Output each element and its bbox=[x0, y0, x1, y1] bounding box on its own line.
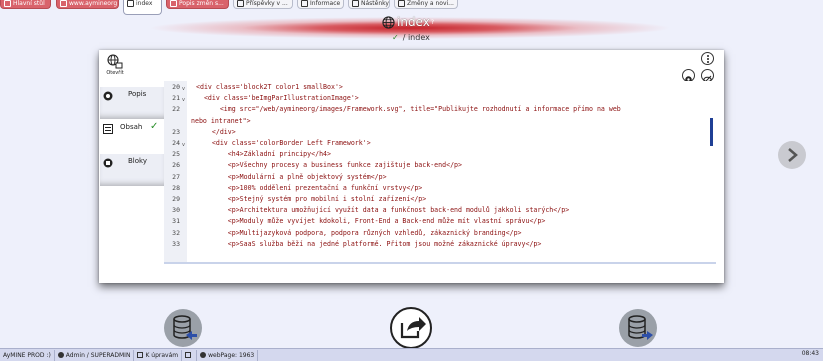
code-line[interactable]: nebo intranet"> bbox=[191, 117, 251, 125]
code-line[interactable]: <p>Stejný systém pro mobilní i stolní za… bbox=[196, 195, 427, 203]
status-app[interactable]: AyMINE PROD :) bbox=[0, 349, 55, 361]
share-button[interactable] bbox=[390, 307, 432, 349]
tab-nastenky[interactable]: Nástěnky bbox=[348, 0, 390, 9]
code-editor[interactable]: 20 v <div class='block2T color1 smallBox'>… bbox=[164, 81, 716, 264]
status-clock: 08:43 bbox=[801, 350, 819, 357]
tab-zmeny-a-novinky[interactable]: Změny a novi... bbox=[394, 0, 458, 9]
tab-popis-zmen[interactable]: Popis změn s... bbox=[166, 0, 229, 9]
code-line[interactable]: <p>Architektura umožňující využít data a… bbox=[196, 206, 569, 214]
tab-prispevky[interactable]: Příspěvky v ... bbox=[233, 0, 293, 9]
breadcrumb: ✓ / index bbox=[392, 33, 430, 42]
code-line[interactable]: <p>SaaS služba běží na jedné platformě. … bbox=[196, 240, 542, 248]
fold-toggle-icon[interactable]: v bbox=[182, 142, 185, 148]
page-icon bbox=[127, 0, 134, 7]
tab-index[interactable]: index bbox=[123, 0, 162, 15]
code-line[interactable]: <p>100% oddělení prezentační a funkční v… bbox=[196, 184, 423, 192]
line-number: 23 bbox=[172, 127, 180, 136]
code-line[interactable]: <p>Modulární a plně objektový systém</p> bbox=[196, 173, 387, 181]
breadcrumb-path[interactable]: / index bbox=[403, 33, 430, 42]
posts-icon bbox=[237, 0, 244, 7]
line-number: 33 bbox=[172, 239, 180, 248]
code-line[interactable]: <img src="/web/aymineorg/images/Framewor… bbox=[196, 105, 621, 113]
status-lock[interactable] bbox=[182, 349, 198, 361]
code-line[interactable]: <h4>Základní principy</h4> bbox=[196, 150, 331, 158]
code-line[interactable]: <div class='beImgParIllustrationImage'> bbox=[196, 94, 359, 102]
tab-informace[interactable]: Informace bbox=[297, 0, 344, 9]
code-line[interactable]: <div class='colorBorder Left Framework'> bbox=[196, 139, 371, 147]
lock-icon bbox=[185, 352, 192, 358]
code-line[interactable]: <p>Multijazyková podpora, podpora různýc… bbox=[196, 229, 522, 237]
check-icon: ✓ bbox=[392, 33, 399, 42]
line-number: 32 bbox=[172, 228, 180, 237]
obsah-icon bbox=[103, 124, 113, 134]
desk-icon bbox=[4, 0, 11, 7]
editor-scrollbar[interactable] bbox=[710, 118, 713, 146]
line-number: 21 bbox=[172, 94, 180, 103]
info-icon bbox=[301, 0, 308, 7]
status-user[interactable]: Admin / SUPERADMIN bbox=[55, 349, 135, 361]
fold-toggle-icon[interactable]: v bbox=[182, 86, 185, 92]
database-icon bbox=[628, 315, 653, 340]
page-title: index bbox=[397, 15, 430, 29]
tab-strip: Hlavní stůl www.aymineorg index Popis zm… bbox=[0, 0, 823, 15]
open-label: Otevřít bbox=[106, 70, 124, 76]
code-line[interactable]: <p>Moduly může vyvíjet kdokoli, Front-En… bbox=[196, 217, 546, 225]
nav-obsah[interactable]: Obsah ✓ bbox=[100, 120, 164, 152]
line-number: 29 bbox=[172, 195, 180, 203]
code-line[interactable]: <p>Všechny procesy a business funkce zaj… bbox=[196, 161, 462, 169]
status-webpage[interactable]: webPage: 1963 bbox=[197, 349, 259, 361]
line-number: 26 bbox=[172, 161, 180, 170]
database-export-button[interactable] bbox=[619, 309, 657, 347]
line-number: 30 bbox=[172, 206, 180, 215]
status-bar: AyMINE PROD :) Admin / SUPERADMIN K úpra… bbox=[0, 348, 823, 361]
line-number: 27 bbox=[172, 172, 180, 181]
code-line[interactable]: <div class='block2T color1 smallBox'> bbox=[196, 83, 343, 91]
tab-hlavni-stul[interactable]: Hlavní stůl bbox=[0, 0, 51, 9]
line-number: 20 bbox=[172, 83, 180, 91]
more-options-icon[interactable] bbox=[701, 52, 714, 65]
line-number: 22 bbox=[172, 105, 180, 114]
content-card: Otevřít Popis Obsah ✓ Bloky 20 v <div clas… bbox=[99, 50, 724, 283]
next-arrow-button[interactable] bbox=[778, 141, 806, 169]
share-icon bbox=[400, 317, 426, 339]
line-number: 28 bbox=[172, 183, 180, 192]
check-icon: ✓ bbox=[150, 121, 159, 132]
bloky-icon bbox=[103, 158, 113, 168]
database-import-button[interactable] bbox=[164, 309, 202, 347]
help-icon[interactable]: ? bbox=[431, 19, 434, 26]
fold-toggle-icon[interactable]: v bbox=[182, 97, 185, 103]
nav-bloky[interactable]: Bloky bbox=[100, 154, 164, 186]
status-edit[interactable]: K úpravám bbox=[134, 349, 183, 361]
doc-icon bbox=[170, 0, 177, 7]
page-header: index? bbox=[382, 13, 434, 31]
chevron-right-icon bbox=[788, 148, 798, 162]
user-icon bbox=[57, 352, 64, 358]
open-globe-icon bbox=[107, 54, 123, 69]
database-icon bbox=[173, 315, 197, 340]
open-button[interactable]: Otevřít bbox=[104, 54, 126, 80]
board-icon bbox=[352, 0, 359, 7]
code-line[interactable]: </div> bbox=[196, 128, 236, 136]
globe-icon bbox=[382, 15, 395, 29]
news-icon bbox=[398, 0, 405, 7]
tab-www-aymineorg[interactable]: www.aymineorg bbox=[56, 0, 119, 9]
line-number: 25 bbox=[172, 150, 180, 159]
line-number: 31 bbox=[172, 217, 180, 226]
pencil-icon bbox=[137, 352, 144, 358]
nav-popis[interactable]: Popis bbox=[100, 87, 164, 119]
line-number: 24 bbox=[172, 139, 180, 147]
popis-icon bbox=[103, 91, 113, 101]
web-icon bbox=[60, 0, 67, 7]
eye-icon bbox=[200, 352, 207, 358]
